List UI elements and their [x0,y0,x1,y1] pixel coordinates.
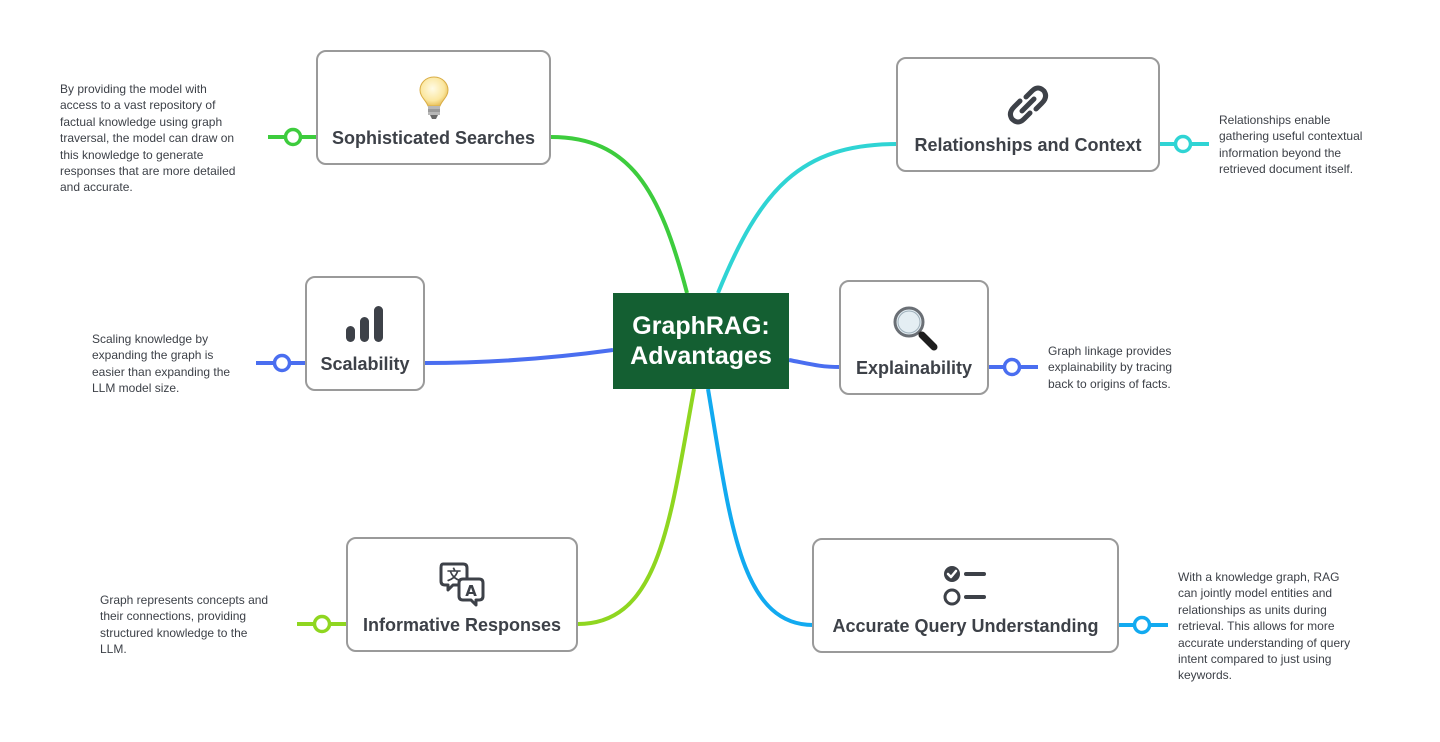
note-line: Scaling knowledge by [92,332,209,346]
note-line: Graph represents concepts and [100,593,269,607]
note-line: access to a vast repository of [60,98,216,113]
note-relationships-and-context: Relationships enable gathering useful co… [1219,112,1419,178]
checklist-icon [942,562,990,610]
central-topic-line2: Advantages [630,342,772,370]
topic-label: Sophisticated Searches [331,128,536,148]
note-line: By providing the model with [60,82,207,96]
magnifier-icon [890,304,938,352]
translate-icon: 文 A [438,561,486,609]
note-sophisticated-searches: By providing the model with access to a … [60,81,270,196]
topic-accurate-query-understanding[interactable]: Accurate Query Understanding [812,538,1119,653]
note-line: can jointly model entities and [1178,586,1333,601]
topic-scalability[interactable]: Scalability [305,276,425,391]
note-connector-scalability [256,353,306,373]
branch-relationships-and-context [716,142,898,294]
svg-text:A: A [465,582,477,600]
note-connector-relationships-and-context [1159,134,1209,154]
topic-relationships-and-context[interactable]: Relationships and Context [896,57,1160,172]
note-accurate-query-understanding: With a knowledge graph, RAG can jointly … [1178,569,1398,684]
topic-explainability[interactable]: Explainability [839,280,989,395]
branch-explainability [788,358,841,369]
topic-sophisticated-searches[interactable]: Sophisticated Searches [316,50,551,165]
topic-informative-responses[interactable]: 文 A Informative Responses [346,537,578,652]
note-explainability: Graph linkage provides explainability by… [1048,343,1228,392]
branch-scalability [424,348,614,365]
topic-label: Relationships and Context [914,135,1142,155]
note-line: and accurate. [60,180,133,195]
note-line: responses that are more detailed [60,164,236,179]
note-line: retrieval. This allows for more [1178,619,1335,634]
note-line: expanding the graph is [92,348,214,363]
central-topic[interactable]: GraphRAG: Advantages [613,293,789,389]
branch-accurate-query-understanding [706,388,814,627]
link-icon [1004,81,1052,129]
branch-informative-responses [577,388,696,626]
note-line: easier than expanding the [92,364,231,379]
note-informative-responses: Graph represents concepts and their conn… [100,592,300,658]
note-line: their connections, providing [100,609,247,624]
note-line: accurate understanding of query [1178,635,1351,650]
note-line: LLM model size. [92,381,180,396]
topic-label: Explainability [855,358,973,378]
note-line: intent compared to just using [1178,652,1332,667]
note-scalability: Scaling knowledge by expanding the graph… [92,331,257,397]
note-line: Relationships enable [1219,113,1331,127]
note-line: back to origins of facts. [1048,376,1171,391]
branch-sophisticated-searches [550,135,689,294]
note-connector-accurate-query-understanding [1118,615,1168,635]
note-line: LLM. [100,642,127,657]
note-line: traversal, the model can draw on [60,131,235,146]
note-connector-informative-responses [297,614,347,634]
note-line: gathering useful contextual [1219,129,1363,144]
topic-label: Informative Responses [362,615,562,635]
central-topic-line1: GraphRAG: [632,312,770,340]
note-line: With a knowledge graph, RAG [1178,570,1340,584]
note-line: information beyond the [1219,145,1342,160]
note-line: keywords. [1178,668,1233,683]
note-line: Graph linkage provides [1048,344,1172,358]
bar-chart-icon [341,300,389,348]
note-line: structured knowledge to the [100,625,248,640]
note-connector-sophisticated-searches [268,127,317,147]
note-line: explainability by tracing [1048,360,1173,375]
topic-label: Accurate Query Understanding [832,616,1099,636]
note-line: factual knowledge using graph [60,114,223,129]
note-line: retrieved document itself. [1219,162,1354,177]
note-line: relationships as units during [1178,602,1327,617]
note-connector-explainability [988,357,1038,377]
note-line: this knowledge to generate [60,147,204,162]
topic-label: Scalability [320,354,410,374]
lightbulb-icon [410,74,458,122]
